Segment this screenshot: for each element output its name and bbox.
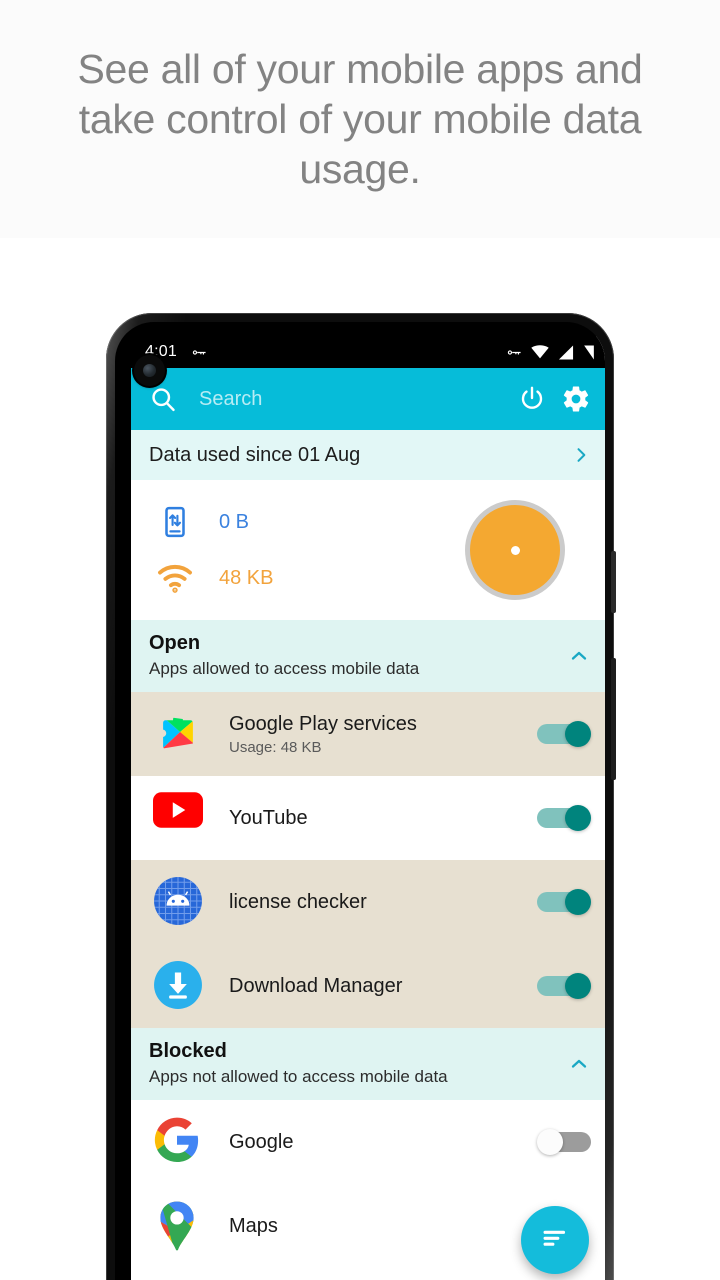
app-bar: Search xyxy=(131,368,605,430)
app-name: Download Manager xyxy=(229,974,403,997)
mobile-data-icon xyxy=(153,505,197,539)
app-row-google-play-services[interactable]: Google Play services Usage: 48 KB xyxy=(131,692,605,776)
chevron-up-icon[interactable] xyxy=(567,1052,591,1076)
google-play-services-icon xyxy=(153,708,205,760)
wifi-icon xyxy=(153,563,197,593)
toggle-thumb xyxy=(565,973,591,999)
sort-filter-fab[interactable] xyxy=(521,1206,589,1274)
app-usage: Usage: 48 KB xyxy=(229,738,322,756)
cell-signal-icon xyxy=(558,344,574,360)
google-g-icon xyxy=(153,1116,205,1168)
phone-screen-frame: 4:01 Search Data used since 01 Aug 0 B 4… xyxy=(115,322,605,1280)
toggle-thumb xyxy=(537,1129,563,1155)
data-used-header[interactable]: Data used since 01 Aug xyxy=(131,430,605,480)
front-camera-icon xyxy=(134,355,165,386)
mobile-usage-value: 0 B xyxy=(219,510,250,533)
app-name: Google xyxy=(229,1130,294,1153)
app-row-download-manager[interactable]: Download Manager xyxy=(131,944,605,1028)
app-data-toggle[interactable] xyxy=(537,721,591,747)
usage-summary-panel: 0 B 48 KB xyxy=(131,480,605,620)
section-blocked-title: Blocked xyxy=(149,1040,227,1062)
app-data-toggle[interactable] xyxy=(537,973,591,999)
app-row-license-checker[interactable]: license checker xyxy=(131,860,605,944)
battery-icon xyxy=(583,344,595,360)
section-open-texts: Open Apps allowed to access mobile data xyxy=(149,632,567,679)
youtube-icon xyxy=(153,792,205,844)
section-open-subtitle: Apps allowed to access mobile data xyxy=(149,659,420,678)
app-screen: 4:01 Search Data used since 01 Aug 0 B 4… xyxy=(131,336,605,1280)
usage-pie-chart[interactable] xyxy=(465,500,565,600)
app-row-youtube[interactable]: YouTube xyxy=(131,776,605,860)
app-name: YouTube xyxy=(229,806,308,829)
phone-device: 4:01 Search Data used since 01 Aug 0 B 4… xyxy=(106,313,616,1280)
app-data-toggle[interactable] xyxy=(537,805,591,831)
toggle-thumb xyxy=(565,721,591,747)
status-bar-right-icons xyxy=(505,344,595,361)
sort-filter-icon xyxy=(538,1221,572,1260)
section-open-title: Open xyxy=(149,632,201,654)
promo-banner: See all of your mobile apps and take con… xyxy=(0,0,720,238)
app-info: Download Manager xyxy=(229,975,537,998)
chevron-right-icon[interactable] xyxy=(571,445,591,465)
vpn-key-icon xyxy=(190,344,207,361)
app-data-toggle[interactable] xyxy=(537,1129,591,1155)
app-info: Google xyxy=(229,1131,537,1154)
android-grid-icon xyxy=(153,876,205,928)
toggle-thumb xyxy=(565,889,591,915)
section-header-blocked[interactable]: Blocked Apps not allowed to access mobil… xyxy=(131,1028,605,1100)
phone-volume-button[interactable] xyxy=(611,658,616,780)
gear-icon[interactable] xyxy=(561,384,591,414)
section-blocked-subtitle: Apps not allowed to access mobile data xyxy=(149,1067,448,1086)
wifi-usage-value: 48 KB xyxy=(219,566,274,589)
power-icon[interactable] xyxy=(517,384,547,414)
promo-headline: See all of your mobile apps and take con… xyxy=(77,46,643,192)
promo-screenshot: See all of your mobile apps and take con… xyxy=(0,0,720,1280)
phone-power-button[interactable] xyxy=(611,551,616,613)
google-maps-icon xyxy=(153,1200,205,1252)
data-used-label: Data used since 01 Aug xyxy=(149,443,361,466)
app-name: license checker xyxy=(229,890,367,913)
app-info: license checker xyxy=(229,891,537,914)
app-info: YouTube xyxy=(229,807,537,830)
section-blocked-texts: Blocked Apps not allowed to access mobil… xyxy=(149,1040,567,1087)
wifi-icon xyxy=(531,345,549,359)
chevron-up-icon[interactable] xyxy=(567,644,591,668)
status-bar-left-icons xyxy=(190,344,207,361)
vpn-key-icon xyxy=(505,344,522,361)
section-header-open[interactable]: Open Apps allowed to access mobile data xyxy=(131,620,605,692)
toggle-thumb xyxy=(565,805,591,831)
app-info: Google Play services Usage: 48 KB xyxy=(229,713,537,756)
app-name: Google Play services xyxy=(229,712,417,735)
status-bar: 4:01 xyxy=(131,336,605,368)
app-data-toggle[interactable] xyxy=(537,889,591,915)
search-input[interactable]: Search xyxy=(199,388,503,411)
app-row-google[interactable]: Google xyxy=(131,1100,605,1184)
download-icon xyxy=(153,960,205,1012)
search-icon[interactable] xyxy=(149,385,177,413)
